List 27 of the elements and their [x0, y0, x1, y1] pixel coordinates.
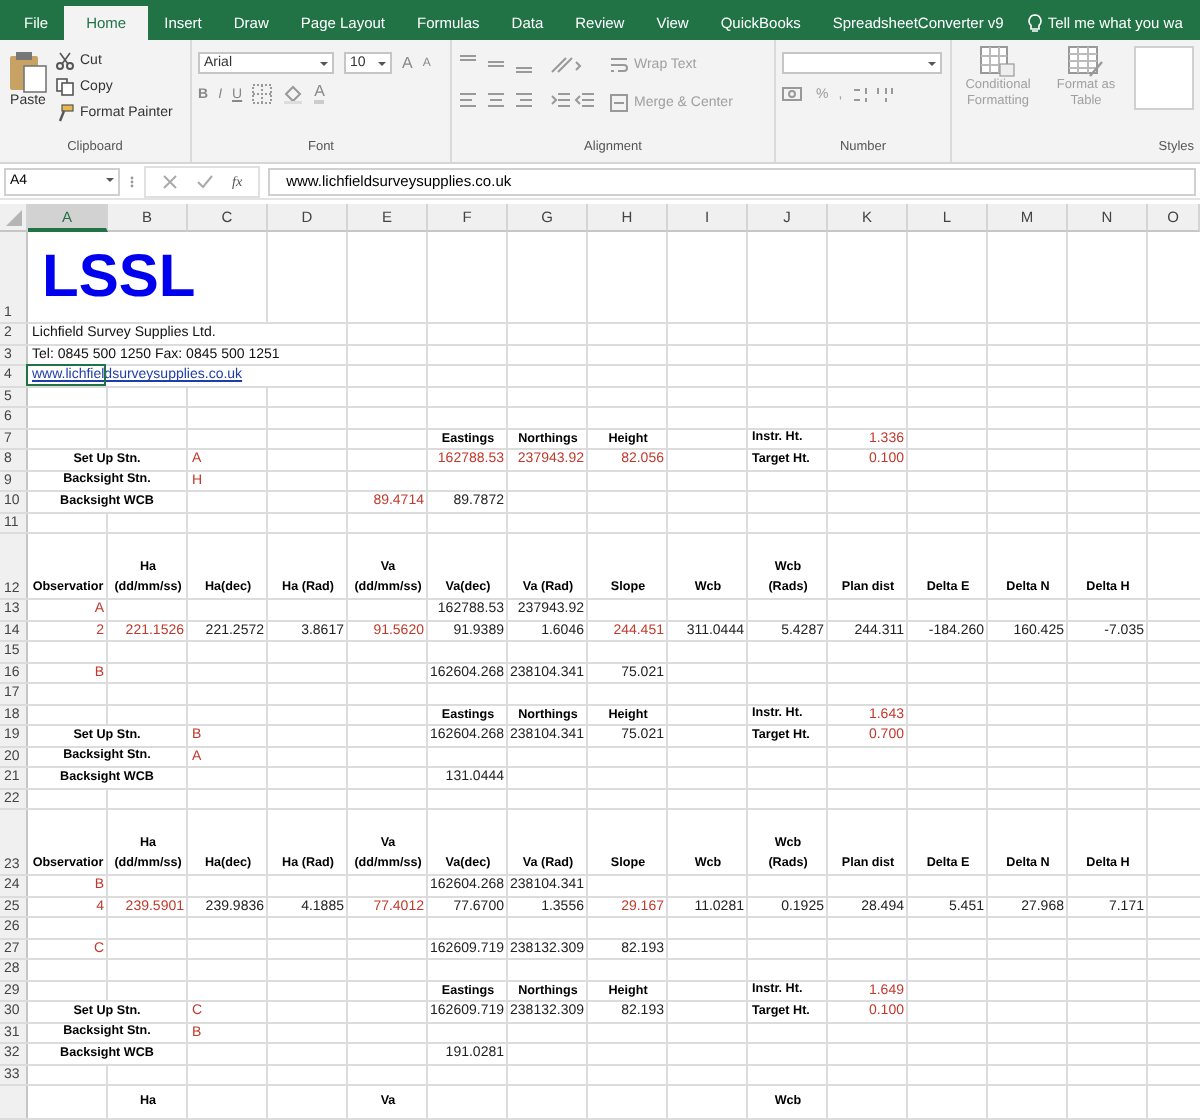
borders-icon[interactable]: [252, 84, 273, 104]
table-icon: [1068, 46, 1104, 78]
paintbrush-icon: [56, 104, 74, 122]
indent-icon[interactable]: [550, 90, 598, 110]
wrap-icon: [610, 56, 628, 74]
caret-icon: [106, 177, 114, 181]
checkmark-icon[interactable]: [196, 173, 214, 189]
grid-icon: [980, 46, 1016, 78]
caret-icon: [378, 62, 386, 66]
horizontal-align-icon[interactable]: [458, 90, 538, 110]
row-header[interactable]: [0, 1086, 28, 1118]
vertical-align-icon[interactable]: [458, 54, 538, 74]
cell-styles-gallery[interactable]: [1134, 46, 1194, 110]
merge-icon: [610, 94, 628, 112]
fill-bucket-icon[interactable]: [282, 84, 305, 104]
number-format-field[interactable]: [782, 52, 942, 74]
clipboard-icon: [8, 50, 48, 94]
orientation-icon[interactable]: [550, 54, 582, 74]
currency-icon[interactable]: [782, 84, 806, 104]
caret-icon: [928, 62, 936, 66]
scissors-icon: [56, 52, 74, 70]
lightbulb-icon: [1027, 13, 1042, 33]
cancel-icon[interactable]: [162, 173, 178, 189]
select-all-icon[interactable]: [6, 210, 22, 226]
caret-icon: [320, 62, 328, 66]
copy-icon: [56, 78, 74, 96]
drag-handle-icon[interactable]: [128, 171, 136, 191]
